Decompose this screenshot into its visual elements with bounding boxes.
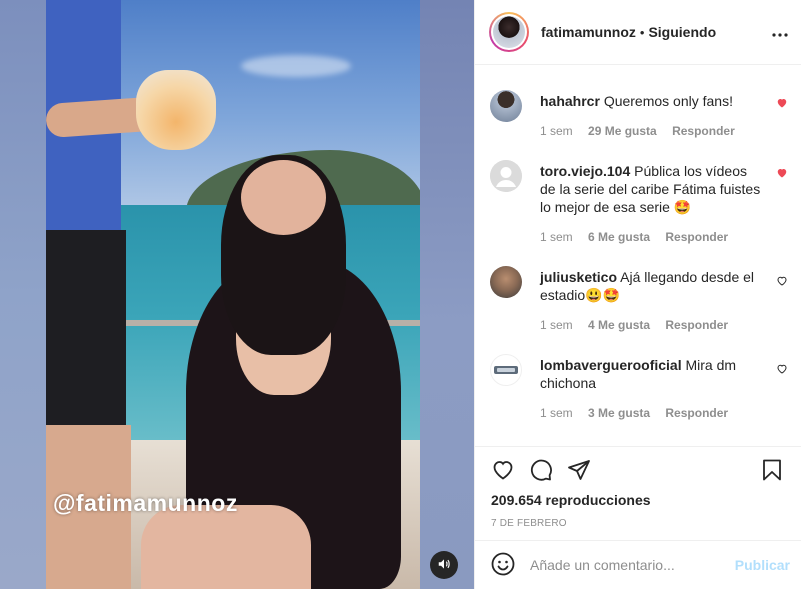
comment-time: 1 sem xyxy=(540,406,573,420)
comment-input[interactable] xyxy=(530,557,730,573)
bookmark-icon xyxy=(760,458,784,485)
heart-filled-icon xyxy=(776,167,788,182)
comment-username[interactable]: toro.viejo.104 xyxy=(540,163,630,179)
view-count[interactable]: 209.654 reproducciones xyxy=(491,492,651,508)
comment-body: juliusketico Ajá llegando desde el estad… xyxy=(540,268,762,304)
more-options-button[interactable] xyxy=(770,22,790,42)
comment-like-button[interactable] xyxy=(774,96,790,112)
smiley-icon xyxy=(491,552,515,579)
comment-like-button[interactable] xyxy=(774,274,790,290)
post-media[interactable]: @fatimamunnoz xyxy=(0,0,474,589)
header-separator: • xyxy=(639,24,645,40)
comment-likes[interactable]: 3 Me gusta xyxy=(588,406,650,420)
video-person-shorts xyxy=(46,230,126,430)
share-button[interactable] xyxy=(565,457,593,485)
comment-likes[interactable]: 29 Me gusta xyxy=(588,124,657,138)
comment-text: Queremos only fans! xyxy=(603,93,733,109)
like-button[interactable] xyxy=(489,457,517,485)
comment-likes[interactable]: 6 Me gusta xyxy=(588,230,650,244)
heart-icon xyxy=(491,458,515,485)
following-button[interactable]: Siguiendo xyxy=(648,24,716,40)
comment-username[interactable]: lombaverguerooficial xyxy=(540,357,682,373)
commenter-avatar[interactable] xyxy=(490,266,522,298)
comment-bubble-icon xyxy=(529,458,553,485)
commenter-avatar[interactable] xyxy=(490,90,522,122)
comment-body: toro.viejo.104 Pública los vídeos de la … xyxy=(540,162,762,216)
comment-reply-button[interactable]: Responder xyxy=(665,406,728,420)
author-avatar-image xyxy=(493,16,525,48)
instagram-post: @fatimamunnoz fatimamunnoz • Siguiendo h… xyxy=(0,0,801,589)
comment-item: toro.viejo.104 Pública los vídeos de la … xyxy=(490,160,790,250)
comment-like-button[interactable] xyxy=(774,362,790,378)
blurred-background-left xyxy=(0,0,46,589)
publish-button[interactable]: Publicar xyxy=(735,557,790,573)
comment-body: lombaverguerooficial Mira dm chichona xyxy=(540,356,762,392)
post-side-panel: fatimamunnoz • Siguiendo hahahrcr Querem… xyxy=(474,0,801,589)
save-button[interactable] xyxy=(758,457,786,485)
paper-plane-icon xyxy=(567,458,591,485)
comment-item: lombaverguerooficial Mira dm chichona 1 … xyxy=(490,354,790,424)
comment-meta: 1 sem 6 Me gusta Responder xyxy=(540,230,740,244)
volume-icon xyxy=(437,557,451,574)
comment-time: 1 sem xyxy=(540,230,573,244)
post-actions: 209.654 reproducciones 7 DE FEBRERO xyxy=(475,446,801,540)
logo-avatar-icon xyxy=(494,366,518,374)
author-username[interactable]: fatimamunnoz xyxy=(541,24,636,40)
post-header: fatimamunnoz • Siguiendo xyxy=(475,0,801,65)
commenter-avatar[interactable] xyxy=(490,354,522,386)
comment-username[interactable]: hahahrcr xyxy=(540,93,600,109)
default-avatar-icon xyxy=(490,160,522,192)
video-woman-face xyxy=(241,160,326,235)
comment-like-button[interactable] xyxy=(774,166,790,182)
comment-likes[interactable]: 4 Me gusta xyxy=(588,318,650,332)
comment-meta: 1 sem 4 Me gusta Responder xyxy=(540,318,740,332)
post-date[interactable]: 7 DE FEBRERO xyxy=(491,518,567,529)
comment-item: juliusketico Ajá llegando desde el estad… xyxy=(490,266,790,336)
video-watermark: @fatimamunnoz xyxy=(53,490,238,516)
sound-toggle-button[interactable] xyxy=(430,551,458,579)
video-cloud xyxy=(241,55,351,77)
more-options-icon xyxy=(772,25,788,40)
author-avatar[interactable] xyxy=(489,12,529,52)
comments-list[interactable]: hahahrcr Queremos only fans! 1 sem 29 Me… xyxy=(475,66,801,446)
video-woman-leg xyxy=(141,505,311,589)
comment-time: 1 sem xyxy=(540,124,573,138)
comment-meta: 1 sem 3 Me gusta Responder xyxy=(540,406,740,420)
heart-filled-icon xyxy=(776,97,788,112)
comment-username[interactable]: juliusketico xyxy=(540,269,617,285)
add-comment-bar: Publicar xyxy=(475,540,801,589)
comment-button[interactable] xyxy=(527,457,555,485)
emoji-button[interactable] xyxy=(490,552,516,578)
comment-meta: 1 sem 29 Me gusta Responder xyxy=(540,124,747,138)
video-jug xyxy=(136,70,216,150)
comment-item: hahahrcr Queremos only fans! 1 sem 29 Me… xyxy=(490,90,790,150)
heart-outline-icon xyxy=(776,275,788,290)
comment-reply-button[interactable]: Responder xyxy=(665,318,728,332)
commenter-avatar[interactable] xyxy=(490,160,522,192)
comment-reply-button[interactable]: Responder xyxy=(672,124,735,138)
heart-outline-icon xyxy=(776,363,788,378)
comment-reply-button[interactable]: Responder xyxy=(665,230,728,244)
blurred-background-right xyxy=(420,0,474,589)
comment-body: hahahrcr Queremos only fans! xyxy=(540,92,762,110)
avatar-border xyxy=(491,14,527,50)
comment-time: 1 sem xyxy=(540,318,573,332)
